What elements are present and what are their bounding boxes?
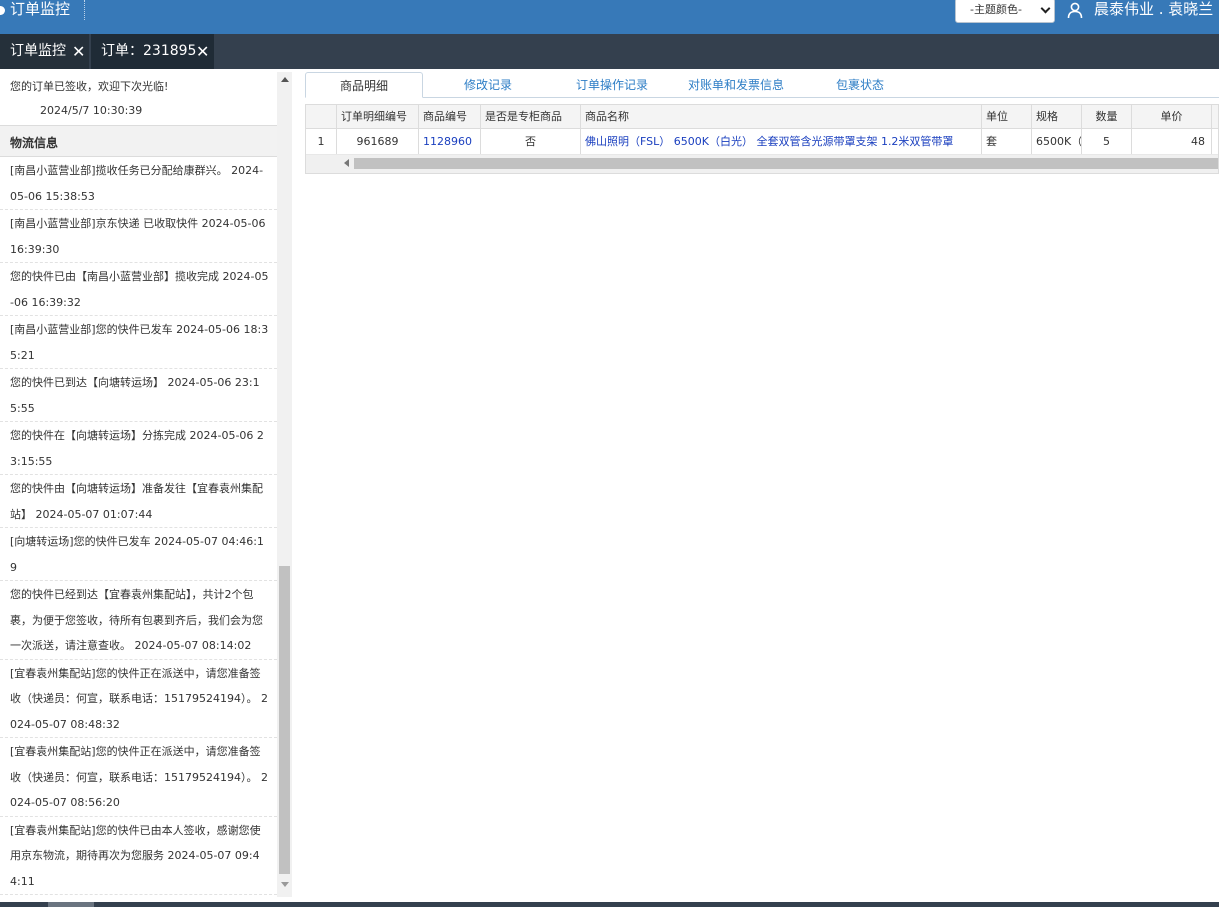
signed-time: 2024/5/7 10:30:39 xyxy=(40,104,143,117)
column-header[interactable]: 数量 xyxy=(1082,105,1132,128)
product-name-link[interactable]: 佛山照明（FSL） 6500K（白光） 全套双管含光源带罩支架 1.2米双管带罩 xyxy=(581,129,982,154)
list-item: 您的快件已经到达【宜春袁州集配站】，共计2个包裹，为便于您签收，待所有包裹到齐后… xyxy=(0,581,277,660)
is-counter-cell: 否 xyxy=(481,129,581,154)
list-item: [宜春袁州集配站]您的快件正在派送中，请您准备签收（快递员：何宣，联系电话：15… xyxy=(0,660,277,738)
tab-bar: 订单监控 ✕ 订单：231895 ✕ xyxy=(0,34,1219,69)
vertical-scrollbar[interactable] xyxy=(277,72,292,897)
empty-cell xyxy=(1212,129,1218,154)
tab-product-detail[interactable]: 商品明细 xyxy=(305,72,423,98)
horizontal-scrollbar[interactable] xyxy=(306,155,1218,173)
table-header-row: 订单明细编号 商品编号 是否是专柜商品 商品名称 单位 规格 数量 单价 xyxy=(306,105,1218,129)
list-item: 您的快件由【向塘转运场】准备发往【宜春袁州集配站】 2024-05-07 01:… xyxy=(0,475,277,528)
tab-label: 订单：231895 xyxy=(101,43,197,59)
spec-cell: 6500K（ xyxy=(1032,129,1082,154)
header-dot-icon xyxy=(0,6,5,15)
list-item: 您的快件已到达【向塘转运场】 2024-05-06 23:15:55 xyxy=(0,369,277,422)
logistics-panel: 您的订单已签收，欢迎下次光临! 2024/5/7 10:30:39 物流信息 [… xyxy=(0,72,292,897)
logistics-scroll-area[interactable]: 您的订单已签收，欢迎下次光临! 2024/5/7 10:30:39 物流信息 [… xyxy=(0,72,277,897)
column-header[interactable]: 订单明细编号 xyxy=(337,105,419,128)
bottom-taskbar xyxy=(0,902,1219,907)
order-detail-panel: 商品明细 修改记录 订单操作记录 对账单和发票信息 包裹状态 订单明细编号 商品… xyxy=(297,72,1219,897)
row-number: 1 xyxy=(306,129,337,154)
list-item: [宜春袁州集配站]您的快件已由本人签收，感谢您使用京东物流，期待再次为您服务 2… xyxy=(0,817,277,895)
theme-color-select[interactable]: -主题颜色- xyxy=(955,0,1055,23)
tab-order-monitor[interactable]: 订单监控 ✕ xyxy=(0,34,89,69)
user-name[interactable]: 晨泰伟业 . 袁晓兰 xyxy=(1094,0,1213,18)
product-id-link[interactable]: 1128960 xyxy=(419,129,481,154)
product-table: 订单明细编号 商品编号 是否是专柜商品 商品名称 单位 规格 数量 单价 1 9… xyxy=(305,104,1219,174)
close-icon[interactable]: ✕ xyxy=(196,34,209,69)
list-item: [南昌小蓝营业部]您的快件已发车 2024-05-06 18:35:21 xyxy=(0,316,277,369)
chevron-down-icon xyxy=(1040,3,1051,14)
tab-statement-invoice[interactable]: 对账单和发票信息 xyxy=(688,72,784,98)
tab-order-detail[interactable]: 订单：231895 ✕ xyxy=(91,34,214,69)
row-number-header xyxy=(306,105,337,128)
column-header[interactable]: 规格 xyxy=(1032,105,1082,128)
page-title: 订单监控 xyxy=(10,0,71,18)
list-item: 您的快件已由【南昌小蓝营业部】揽收完成 2024-05-06 16:39:32 xyxy=(0,263,277,316)
list-item: [向塘转运场]您的快件已发车 2024-05-07 04:46:19 xyxy=(0,528,277,581)
table-row[interactable]: 1 961689 1128960 否 佛山照明（FSL） 6500K（白光） 全… xyxy=(306,129,1218,155)
scrollbar-thumb[interactable] xyxy=(279,566,290,874)
list-item: [宜春袁州集配站]您的快件正在派送中，请您准备签收（快递员：何宣，联系电话：15… xyxy=(0,738,277,817)
taskbar-item[interactable] xyxy=(48,902,94,907)
list-item: [南昌小蓝营业部]揽收任务已分配给康群兴。 2024-05-06 15:38:5… xyxy=(0,157,277,210)
tab-order-operation-records[interactable]: 订单操作记录 xyxy=(576,72,648,98)
price-cell: 48 xyxy=(1132,129,1212,154)
top-header: 订单监控 -主题颜色- 晨泰伟业 . 袁晓兰 xyxy=(0,0,1219,34)
unit-cell: 套 xyxy=(982,129,1032,154)
column-header[interactable]: 单价 xyxy=(1132,105,1212,128)
tab-modify-records[interactable]: 修改记录 xyxy=(464,72,512,98)
tab-package-status[interactable]: 包裹状态 xyxy=(836,72,884,98)
list-item: [南昌小蓝营业部]京东快递 已收取快件 2024-05-06 16:39:30 xyxy=(0,210,277,263)
column-header[interactable]: 是否是专柜商品 xyxy=(481,105,581,128)
theme-color-select-value: -主题颜色- xyxy=(970,3,1022,16)
scrollbar-thumb[interactable] xyxy=(354,158,1218,169)
detail-tabs: 商品明细 修改记录 订单操作记录 对账单和发票信息 包裹状态 xyxy=(305,72,1219,98)
list-item: 您的快件在【向塘转运场】分拣完成 2024-05-06 23:15:55 xyxy=(0,422,277,475)
scroll-up-icon[interactable] xyxy=(281,77,289,82)
logistics-section-header: 物流信息 xyxy=(0,125,277,157)
column-header xyxy=(1212,105,1218,128)
scroll-left-icon[interactable] xyxy=(344,159,349,167)
header-divider xyxy=(84,0,85,20)
column-header[interactable]: 商品编号 xyxy=(419,105,481,128)
scroll-down-icon[interactable] xyxy=(281,882,289,887)
quantity-cell: 5 xyxy=(1082,129,1132,154)
column-header[interactable]: 单位 xyxy=(982,105,1032,128)
logistics-log-list: [南昌小蓝营业部]揽收任务已分配给康群兴。 2024-05-06 15:38:5… xyxy=(0,157,277,895)
detail-id-cell: 961689 xyxy=(337,129,419,154)
tab-label: 订单监控 xyxy=(10,43,66,59)
signed-message: 您的订单已签收，欢迎下次光临! xyxy=(10,80,169,93)
user-icon[interactable] xyxy=(1066,1,1084,19)
close-icon[interactable]: ✕ xyxy=(72,34,85,69)
section-title: 物流信息 xyxy=(10,136,59,150)
column-header[interactable]: 商品名称 xyxy=(581,105,982,128)
